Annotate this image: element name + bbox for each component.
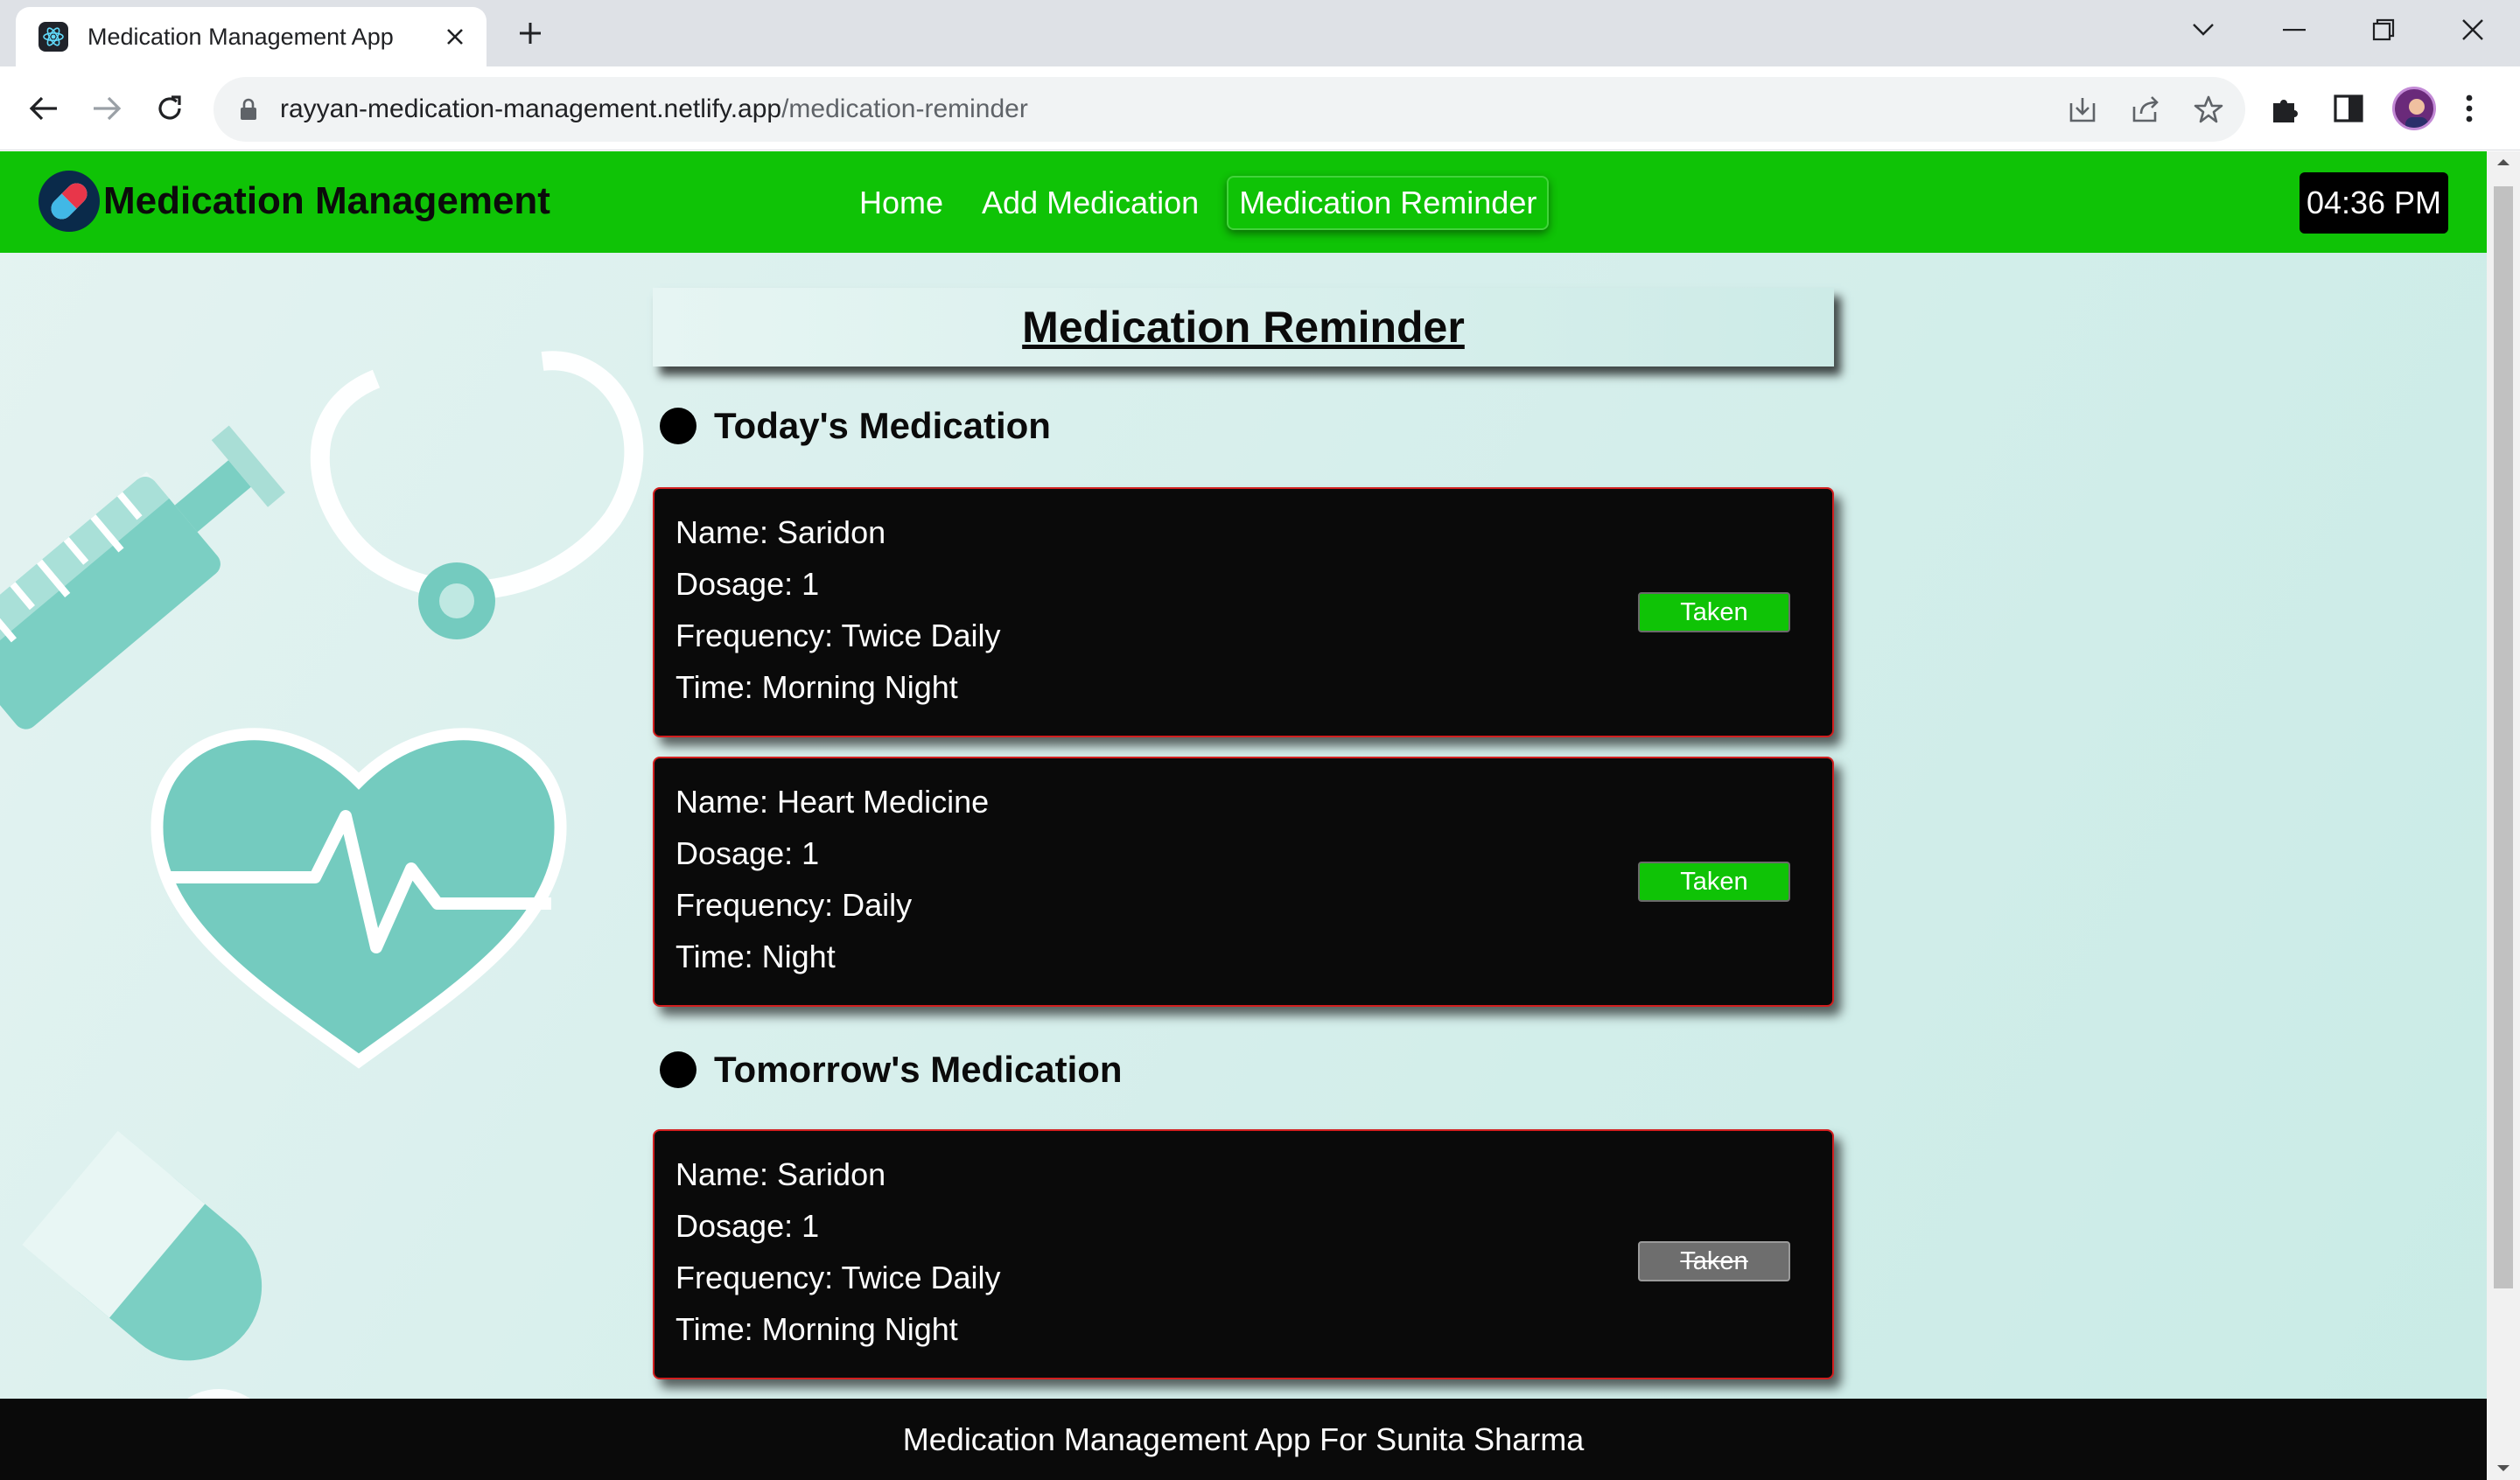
taken-button-disabled[interactable]: Taken xyxy=(1638,1241,1790,1281)
brand-name: Medication Management xyxy=(103,179,550,222)
nav-home[interactable]: Home xyxy=(849,178,954,228)
tab-close-icon[interactable] xyxy=(439,21,471,52)
section-title: Tomorrow's Medication xyxy=(714,1049,1123,1090)
page-scrollbar[interactable] xyxy=(2487,151,2520,1480)
browser-tab-strip: Medication Management App xyxy=(0,0,2520,66)
medication-dosage: Dosage: 1 xyxy=(676,835,820,871)
extensions-puzzle-icon[interactable] xyxy=(2270,84,2301,133)
back-arrow-icon[interactable] xyxy=(23,87,65,129)
url-text[interactable]: rayyan-medication-management.netlify.app… xyxy=(280,94,1028,124)
bullet-dot-icon xyxy=(660,1051,696,1088)
forward-arrow-icon[interactable] xyxy=(86,87,128,129)
web-page: Medication Management Home Add Medicatio… xyxy=(0,151,2487,1480)
medical-background-illustration xyxy=(0,151,644,1480)
reload-icon[interactable] xyxy=(149,87,191,129)
medication-card: Name: Heart Medicine Dosage: 1 Frequency… xyxy=(653,757,1834,1007)
medication-dosage: Dosage: 1 xyxy=(676,1208,820,1244)
browser-tab-active[interactable]: Medication Management App xyxy=(16,7,486,66)
tab-title: Medication Management App xyxy=(88,23,394,50)
react-favicon-icon xyxy=(38,22,68,52)
minimize-icon[interactable] xyxy=(2272,10,2317,49)
profile-avatar[interactable] xyxy=(2392,84,2436,133)
lock-icon[interactable] xyxy=(233,94,264,125)
medication-frequency: Frequency: Twice Daily xyxy=(676,618,1001,653)
tab-search-chevron-icon[interactable] xyxy=(2180,10,2226,49)
page-title-box: Medication Reminder xyxy=(653,288,1834,367)
bookmark-star-icon[interactable] xyxy=(2189,90,2228,129)
medication-frequency: Frequency: Twice Daily xyxy=(676,1260,1001,1295)
section-tomorrow-heading: Tomorrow's Medication xyxy=(660,1049,1123,1091)
scrollbar-thumb[interactable] xyxy=(2494,186,2513,1288)
medication-card: Name: Saridon Dosage: 1 Frequency: Twice… xyxy=(653,487,1834,737)
medication-frequency: Frequency: Daily xyxy=(676,887,913,923)
medication-name: Name: Heart Medicine xyxy=(676,784,990,820)
medication-dosage: Dosage: 1 xyxy=(676,566,820,602)
address-bar[interactable]: rayyan-medication-management.netlify.app… xyxy=(214,77,2245,142)
section-today-heading: Today's Medication xyxy=(660,405,1051,447)
browser-menu-kebab-icon[interactable] xyxy=(2464,84,2474,133)
medication-name: Name: Saridon xyxy=(676,514,886,550)
brand[interactable]: Medication Management xyxy=(38,171,550,232)
clock-display: 04:36 PM xyxy=(2300,172,2448,234)
taken-button[interactable]: Taken xyxy=(1638,592,1790,632)
share-icon[interactable] xyxy=(2126,90,2165,129)
footer: Medication Management App For Sunita Sha… xyxy=(0,1399,2487,1480)
restore-icon[interactable] xyxy=(2361,10,2406,49)
section-title: Today's Medication xyxy=(714,405,1051,446)
new-tab-plus-icon[interactable] xyxy=(513,16,548,51)
app-navbar: Medication Management Home Add Medicatio… xyxy=(0,151,2487,253)
medication-name: Name: Saridon xyxy=(676,1156,886,1192)
medication-card: Name: Saridon Dosage: 1 Frequency: Twice… xyxy=(653,1129,1834,1379)
nav-links: Home Add Medication Medication Reminder xyxy=(849,176,1566,230)
taken-button[interactable]: Taken xyxy=(1638,862,1790,902)
medication-time: Time: Night xyxy=(676,939,836,974)
medication-time: Time: Morning Night xyxy=(676,1311,958,1347)
close-window-icon[interactable] xyxy=(2450,10,2496,49)
bullet-dot-icon xyxy=(660,408,696,444)
medication-time: Time: Morning Night xyxy=(676,669,958,705)
install-app-icon[interactable] xyxy=(2063,90,2102,129)
browser-toolbar: rayyan-medication-management.netlify.app… xyxy=(0,66,2520,150)
pill-capsule-logo-icon xyxy=(38,171,100,232)
page-title: Medication Reminder xyxy=(1022,303,1465,352)
nav-medication-reminder[interactable]: Medication Reminder xyxy=(1227,176,1550,230)
nav-add-medication[interactable]: Add Medication xyxy=(971,178,1209,228)
scroll-up-arrow-icon[interactable] xyxy=(2495,153,2512,171)
side-panel-icon[interactable] xyxy=(2333,84,2364,133)
scroll-down-arrow-icon[interactable] xyxy=(2495,1460,2512,1477)
